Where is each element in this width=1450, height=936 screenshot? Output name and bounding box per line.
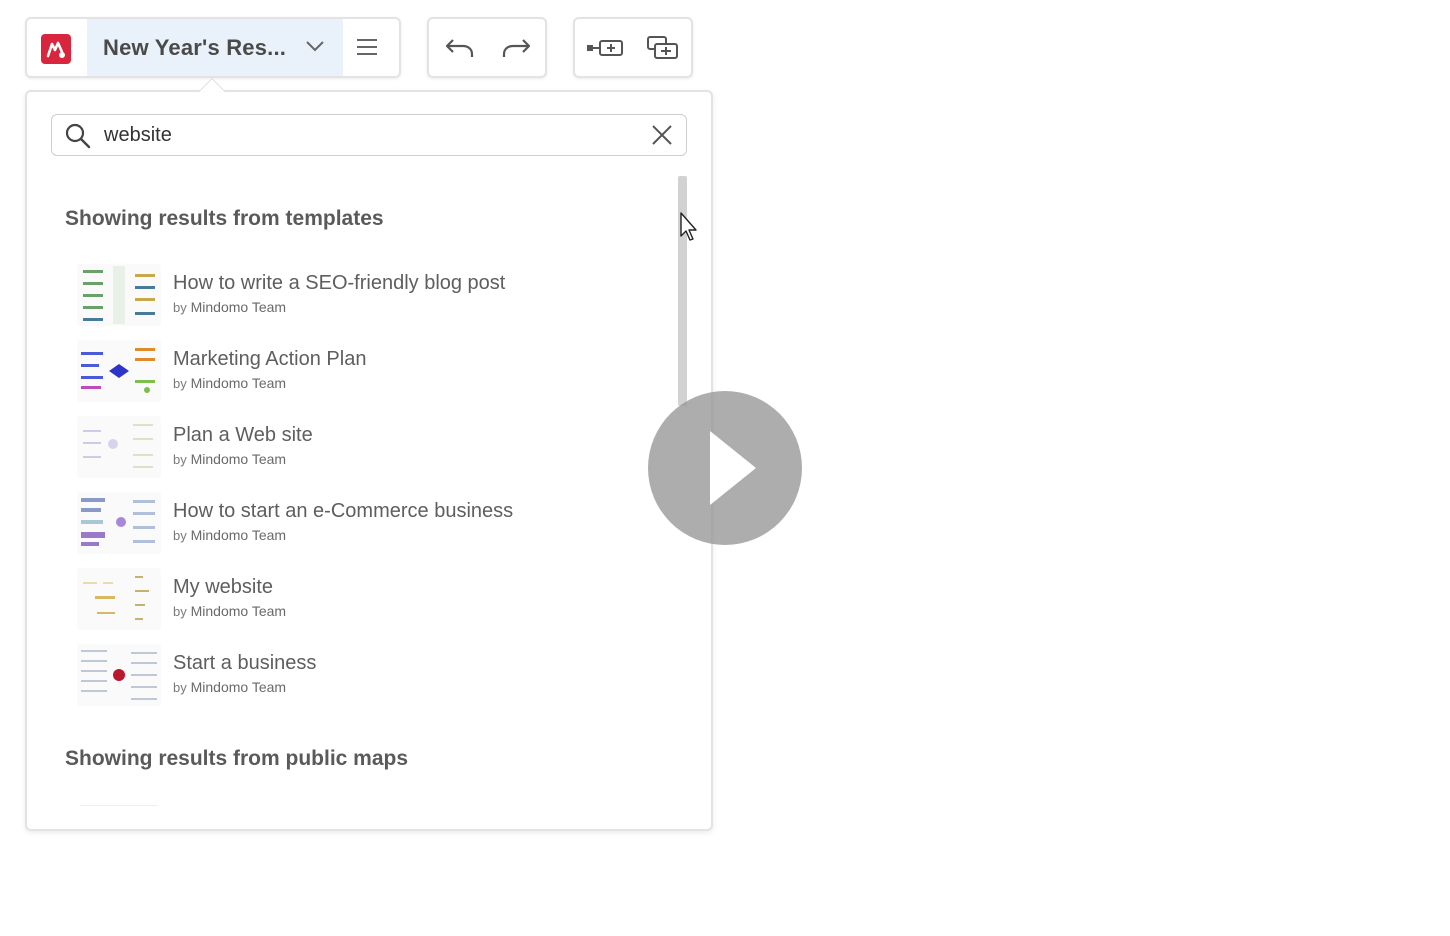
public-maps-section-heading: Showing results from public maps [65, 747, 409, 770]
search-box [51, 114, 687, 156]
result-author: by Mindomo Team [173, 299, 287, 315]
template-result[interactable]: How to start an e-Commerce business by M… [77, 492, 637, 558]
search-icon [64, 122, 92, 155]
template-thumbnail [77, 264, 161, 326]
result-title: How to write a SEO-friendly blog post [173, 272, 506, 294]
mouse-cursor-icon [680, 212, 700, 247]
template-thumbnail [77, 568, 161, 630]
add-sibling-topic-icon[interactable] [585, 32, 623, 64]
undo-icon[interactable] [443, 32, 479, 64]
result-title: Plan a Web site [173, 424, 313, 446]
template-result[interactable]: Plan a Web site by Mindomo Team [77, 416, 637, 482]
result-author: by Mindomo Team [173, 603, 287, 619]
result-author: by Mindomo Team [173, 451, 287, 467]
template-thumbnail [77, 492, 161, 554]
result-title: Marketing Action Plan [173, 348, 367, 370]
redo-icon[interactable] [499, 32, 535, 64]
result-title: How to start an e-Commerce business [173, 500, 514, 522]
map-title-dropdown[interactable]: New Year's Res... [87, 19, 343, 76]
template-result[interactable]: Marketing Action Plan by Mindomo Team [77, 340, 637, 406]
templates-section-heading: Showing results from templates [65, 207, 384, 230]
template-result[interactable]: How to write a SEO-friendly blog post by… [77, 264, 637, 330]
result-author: by Mindomo Team [173, 375, 287, 391]
result-author: by Mindomo Team [173, 679, 287, 695]
public-map-result-partial[interactable] [79, 805, 159, 813]
hamburger-menu-icon[interactable] [355, 35, 379, 64]
template-result[interactable]: My website by Mindomo Team [77, 568, 637, 634]
results-scrollbar[interactable] [678, 176, 687, 406]
history-toolbar [427, 17, 547, 78]
template-thumbnail [77, 340, 161, 402]
chevron-down-icon [305, 39, 325, 58]
map-title: New Year's Res... [103, 34, 287, 60]
result-title: My website [173, 576, 274, 598]
template-thumbnail [77, 416, 161, 478]
insert-toolbar [573, 17, 693, 78]
add-subtopic-icon[interactable] [645, 32, 681, 64]
close-icon[interactable] [650, 123, 674, 152]
video-play-button[interactable] [648, 391, 802, 545]
map-search-panel: Showing results from templates How to wr… [25, 90, 713, 831]
result-title: Start a business [173, 652, 317, 674]
template-thumbnail [77, 644, 161, 706]
map-title-toolbar: New Year's Res... [25, 17, 401, 78]
search-input[interactable] [104, 121, 644, 149]
mindomo-logo-icon[interactable] [41, 34, 71, 64]
template-result[interactable]: Start a business by Mindomo Team [77, 644, 637, 710]
result-author: by Mindomo Team [173, 527, 287, 543]
